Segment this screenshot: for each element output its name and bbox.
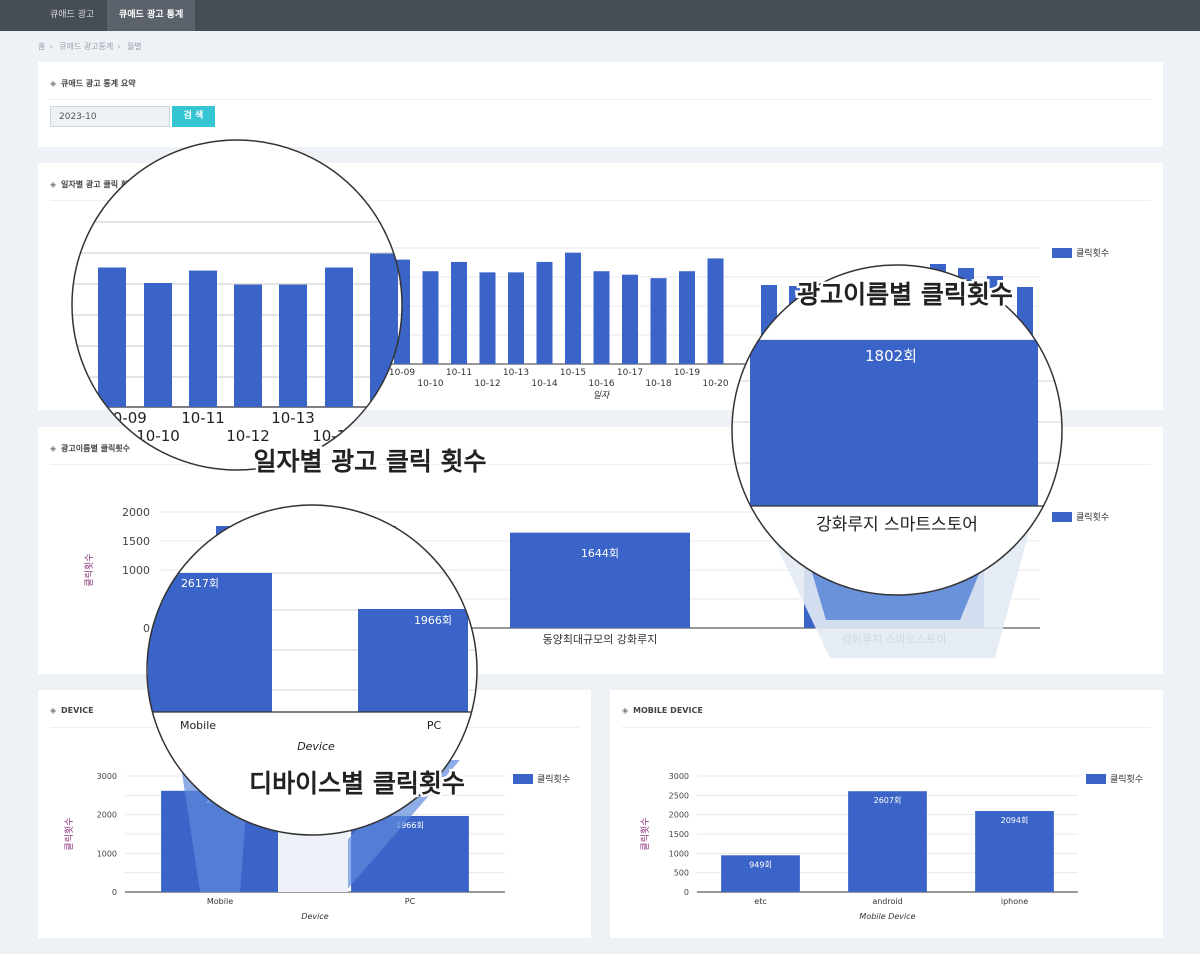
bar — [422, 271, 439, 364]
bar — [234, 284, 262, 407]
bar — [650, 278, 667, 364]
x-tick-label: 동양최대규모의 강화루지 — [543, 633, 658, 646]
bar-value-label: 2607회 — [874, 796, 902, 805]
x-axis-title: Device — [301, 912, 328, 921]
legend-label: 클릭횟수 — [1110, 773, 1143, 785]
x-tick-label: 10-10 — [417, 379, 443, 389]
y-tick-label: 2000 — [669, 811, 689, 820]
y-tick-label: 1000 — [669, 849, 689, 858]
y-tick-label: 0 — [112, 888, 117, 897]
x-tick-label: 10-11 — [446, 368, 472, 378]
bar — [707, 258, 724, 364]
x-tick-label: 10-15 — [560, 368, 586, 378]
legend-swatch — [1052, 512, 1072, 522]
x-tick-label: PC — [405, 897, 416, 906]
y-tick-label: 0 — [143, 622, 150, 635]
bar — [565, 252, 581, 364]
y-tick-label: 1000 — [97, 849, 117, 858]
legend-swatch — [513, 774, 533, 784]
legend-label: 클릭횟수 — [537, 773, 570, 785]
bar-value-label: 1644회 — [581, 547, 619, 560]
bar — [189, 270, 217, 407]
bar — [536, 261, 553, 364]
bar — [508, 272, 524, 364]
y-tick-label: 1500 — [122, 535, 150, 548]
bar — [325, 267, 353, 407]
y-tick-label: 2500 — [669, 791, 689, 800]
zoom-label-daily: 일자별 광고 클릭 횟수 — [253, 447, 486, 476]
zoom-tick-label: 10-13 — [271, 409, 315, 427]
x-tick-label: 10-09 — [389, 368, 415, 378]
bar — [622, 274, 638, 364]
y-tick-label: 2000 — [122, 506, 150, 519]
bar — [144, 283, 172, 407]
legend-swatch — [1052, 248, 1072, 258]
zoom-label-device: 디바이스별 클릭횟수 — [249, 769, 465, 798]
x-tick-label: Mobile — [207, 897, 233, 906]
x-axis-title: 일자 — [593, 390, 611, 401]
bar — [370, 253, 398, 407]
bar-value-label: 1966회 — [414, 614, 452, 627]
legend-label: 클릭횟수 — [1076, 247, 1109, 259]
x-tick-label: 10-13 — [503, 368, 529, 378]
bar — [679, 271, 695, 364]
y-tick-label: 2000 — [97, 811, 117, 820]
zoom-axis-title: Device — [297, 740, 335, 753]
bar — [279, 284, 307, 407]
y-tick-label: 1000 — [122, 564, 150, 577]
x-tick-label: android — [872, 897, 902, 906]
x-tick-label: 10-17 — [617, 368, 643, 378]
y-axis-title: 클릭횟수 — [83, 553, 95, 586]
bar-value-label: 2094회 — [1001, 816, 1029, 825]
bar — [593, 271, 610, 364]
bar — [148, 573, 272, 712]
y-tick-label: 1500 — [669, 830, 689, 839]
bar-value-label: 949회 — [749, 860, 772, 869]
zoom-tick-label: Mobile — [180, 719, 216, 732]
y-tick-label: 0 — [684, 888, 689, 897]
bar — [848, 791, 927, 892]
zoom-tick-label: 10-12 — [226, 427, 270, 445]
zoom-tick-label: 10-10 — [136, 427, 180, 445]
bar — [479, 272, 496, 364]
x-tick-label: 10-14 — [531, 379, 557, 389]
bar-value-label: 2617회 — [181, 577, 219, 590]
x-tick-label: etc — [754, 897, 766, 906]
charts-layer: 10-0910-1010-1110-1210-1310-1410-1510-16… — [63, 139, 1143, 921]
y-tick-label: 500 — [674, 869, 689, 878]
zoom-tick-label: 강화루지 스마트스토어 — [816, 515, 978, 535]
zoom-tick-label: PC — [427, 719, 442, 732]
y-axis-title: 클릭횟수 — [639, 817, 651, 850]
zoom-label-ad-name: 광고이름별 클릭횟수 — [797, 280, 1013, 309]
zoom-tick-label: 10-09 — [103, 409, 147, 427]
y-tick-label: 3000 — [97, 772, 117, 781]
x-tick-label: 10-18 — [645, 379, 671, 389]
bar — [451, 261, 467, 364]
x-tick-label: 10-19 — [674, 368, 700, 378]
zoom-tick-label: 10-11 — [181, 409, 225, 427]
legend-label: 클릭횟수 — [1076, 511, 1109, 523]
bar — [98, 267, 126, 407]
x-axis-title: Mobile Device — [859, 912, 915, 921]
y-axis-title: 클릭횟수 — [63, 817, 75, 850]
bar-value-label: 1802회 — [865, 347, 917, 365]
x-tick-label: 10-12 — [474, 379, 500, 389]
zoom-tick-label: 10-14 — [312, 427, 356, 445]
x-tick-label: 10-16 — [588, 379, 614, 389]
y-tick-label: 3000 — [669, 772, 689, 781]
x-tick-label: iphone — [1001, 897, 1028, 906]
x-tick-label: 10-20 — [702, 379, 728, 389]
zoom-daily: 10-0910-1010-1110-1210-1310-14 — [72, 140, 402, 470]
legend-swatch — [1086, 774, 1106, 784]
